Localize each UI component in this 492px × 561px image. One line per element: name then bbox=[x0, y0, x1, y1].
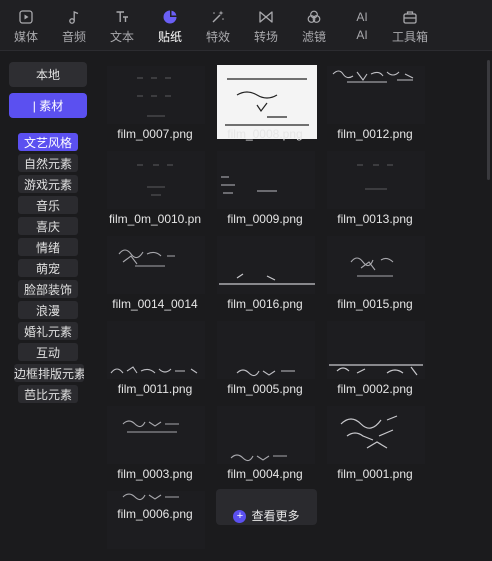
sticker-thumbnail bbox=[217, 151, 315, 209]
category-item-festive[interactable]: 喜庆 bbox=[18, 217, 78, 235]
toolbox-icon bbox=[403, 11, 417, 24]
tab-toolbox[interactable]: 工具箱 bbox=[386, 0, 434, 50]
tab-filter[interactable]: 滤镜 bbox=[290, 0, 338, 50]
sticker-thumbnail bbox=[327, 321, 425, 379]
category-item-face[interactable]: 脸部装饰 bbox=[18, 280, 78, 298]
sticker-thumbnail bbox=[107, 406, 205, 464]
sticker-item[interactable]: film_0015.png bbox=[325, 226, 435, 311]
text-icon bbox=[116, 11, 128, 22]
sticker-item[interactable]: film_0003.png bbox=[105, 396, 215, 481]
sticker-filename: film_0011.png bbox=[117, 382, 193, 396]
tab-media-label: 媒体 bbox=[13, 30, 38, 44]
tab-transition[interactable]: 转场 bbox=[242, 0, 290, 50]
sticker-item[interactable]: film_0009.png bbox=[215, 141, 325, 226]
sticker-item[interactable]: film_0m_0010.pn bbox=[105, 141, 215, 226]
sticker-filename: film_0m_0010.pn bbox=[108, 212, 202, 226]
sticker-thumbnail bbox=[107, 151, 205, 209]
filter-icon bbox=[307, 10, 321, 23]
category-item-interactive[interactable]: 互动 bbox=[18, 343, 78, 361]
sticker-filename: film_0008.png bbox=[227, 127, 303, 141]
sticker-thumbnail bbox=[327, 236, 425, 294]
sticker-item[interactable]: film_0011.png bbox=[105, 311, 215, 396]
sticker-thumbnail bbox=[107, 321, 205, 379]
tab-audio[interactable]: 音频 bbox=[50, 0, 98, 50]
transition-icon bbox=[259, 11, 273, 23]
material-source-button[interactable]: | 素材 bbox=[9, 93, 87, 118]
sticker-filename: film_0014_0014 bbox=[112, 297, 198, 311]
magic-wand-icon bbox=[212, 10, 224, 23]
sticker-thumbnail bbox=[327, 406, 425, 464]
top-toolbar: 媒体 音频 文本 贴纸 特效 转场 滤镜 AI AI 工具箱 bbox=[0, 0, 492, 51]
tab-effects-label: 特效 bbox=[205, 30, 230, 44]
sticker-item[interactable]: film_0005.png bbox=[215, 311, 325, 396]
tab-text-label: 文本 bbox=[109, 30, 134, 44]
sticker-thumbnail bbox=[217, 321, 315, 379]
sticker-filename: film_0016.png bbox=[227, 297, 303, 311]
sticker-grid: film_0007.png film_0008.png film_0012.pn… bbox=[105, 56, 485, 549]
tab-ai[interactable]: AI AI bbox=[338, 0, 386, 50]
sticker-thumbnail bbox=[107, 236, 205, 294]
category-item-pets[interactable]: 萌宠 bbox=[18, 259, 78, 277]
sticker-filename: film_0005.png bbox=[227, 382, 303, 396]
tab-media[interactable]: 媒体 bbox=[2, 0, 50, 50]
sticker-filename: film_0013.png bbox=[337, 212, 413, 226]
sticker-item[interactable]: film_0007.png bbox=[105, 56, 215, 141]
tab-transition-label: 转场 bbox=[253, 30, 278, 44]
tab-sticker-label: 贴纸 bbox=[157, 30, 182, 44]
sticker-thumbnail bbox=[327, 66, 425, 124]
sticker-thumbnail bbox=[217, 236, 315, 294]
category-item-game[interactable]: 游戏元素 bbox=[18, 175, 78, 193]
tab-ai-label: AI bbox=[356, 28, 368, 42]
category-item-wedding[interactable]: 婚礼元素 bbox=[18, 322, 78, 340]
sticker-filename: film_0001.png bbox=[337, 467, 413, 481]
sticker-thumbnail bbox=[107, 66, 205, 124]
sticker-item[interactable]: film_0016.png bbox=[215, 226, 325, 311]
category-item-emotion[interactable]: 情绪 bbox=[18, 238, 78, 256]
tab-text[interactable]: 文本 bbox=[98, 0, 146, 50]
category-item-nature[interactable]: 自然元素 bbox=[18, 154, 78, 172]
sticker-item[interactable]: film_0006.png bbox=[105, 481, 215, 561]
ai-icon: AI bbox=[356, 10, 368, 24]
sticker-filename: film_0002.png bbox=[337, 382, 413, 396]
category-item-music[interactable]: 音乐 bbox=[18, 196, 78, 214]
sticker-filename: film_0012.png bbox=[337, 127, 413, 141]
sticker-item[interactable]: film_0012.png bbox=[325, 56, 435, 141]
sticker-item[interactable]: film_0013.png bbox=[325, 141, 435, 226]
sticker-filename: film_0006.png bbox=[117, 507, 193, 521]
tab-audio-label: 音频 bbox=[61, 30, 86, 44]
tab-effects[interactable]: 特效 bbox=[194, 0, 242, 50]
sticker-icon bbox=[163, 10, 177, 24]
plus-icon: + bbox=[233, 510, 247, 523]
music-note-icon bbox=[69, 11, 79, 24]
media-icon bbox=[19, 10, 33, 24]
sticker-filename: film_0007.png bbox=[117, 127, 193, 141]
sticker-thumbnail bbox=[327, 151, 425, 209]
sticker-filename: film_0009.png bbox=[227, 212, 303, 226]
sticker-item[interactable]: film_0008.png bbox=[215, 56, 325, 141]
view-more-label: 查看更多 bbox=[251, 509, 300, 523]
sticker-item[interactable]: film_0004.png bbox=[215, 396, 325, 481]
scrollbar[interactable] bbox=[487, 60, 490, 180]
tab-toolbox-label: 工具箱 bbox=[391, 30, 428, 44]
sidebar: 本地 | 素材 文艺风格 自然元素 游戏元素 音乐 喜庆 情绪 萌宠 脸部装饰 … bbox=[0, 51, 98, 522]
sticker-item[interactable]: film_0002.png bbox=[325, 311, 435, 396]
local-source-button[interactable]: 本地 bbox=[9, 62, 87, 87]
category-item-border[interactable]: 边框排版元素 bbox=[14, 364, 84, 382]
sticker-filename: film_0015.png bbox=[337, 297, 413, 311]
sticker-thumbnail bbox=[217, 406, 315, 464]
sticker-filename: film_0003.png bbox=[117, 467, 193, 481]
sticker-filename: film_0004.png bbox=[227, 467, 303, 481]
sticker-item[interactable]: film_0001.png bbox=[325, 396, 435, 481]
sticker-item[interactable]: film_0014_0014 bbox=[105, 226, 215, 311]
view-more-button[interactable]: + 查看更多 bbox=[216, 489, 317, 525]
category-item-barbie[interactable]: 芭比元素 bbox=[18, 385, 78, 403]
tab-filter-label: 滤镜 bbox=[301, 30, 326, 44]
tab-sticker[interactable]: 贴纸 bbox=[146, 0, 194, 50]
category-item-romance[interactable]: 浪漫 bbox=[18, 301, 78, 319]
category-item-literary[interactable]: 文艺风格 bbox=[18, 133, 78, 151]
